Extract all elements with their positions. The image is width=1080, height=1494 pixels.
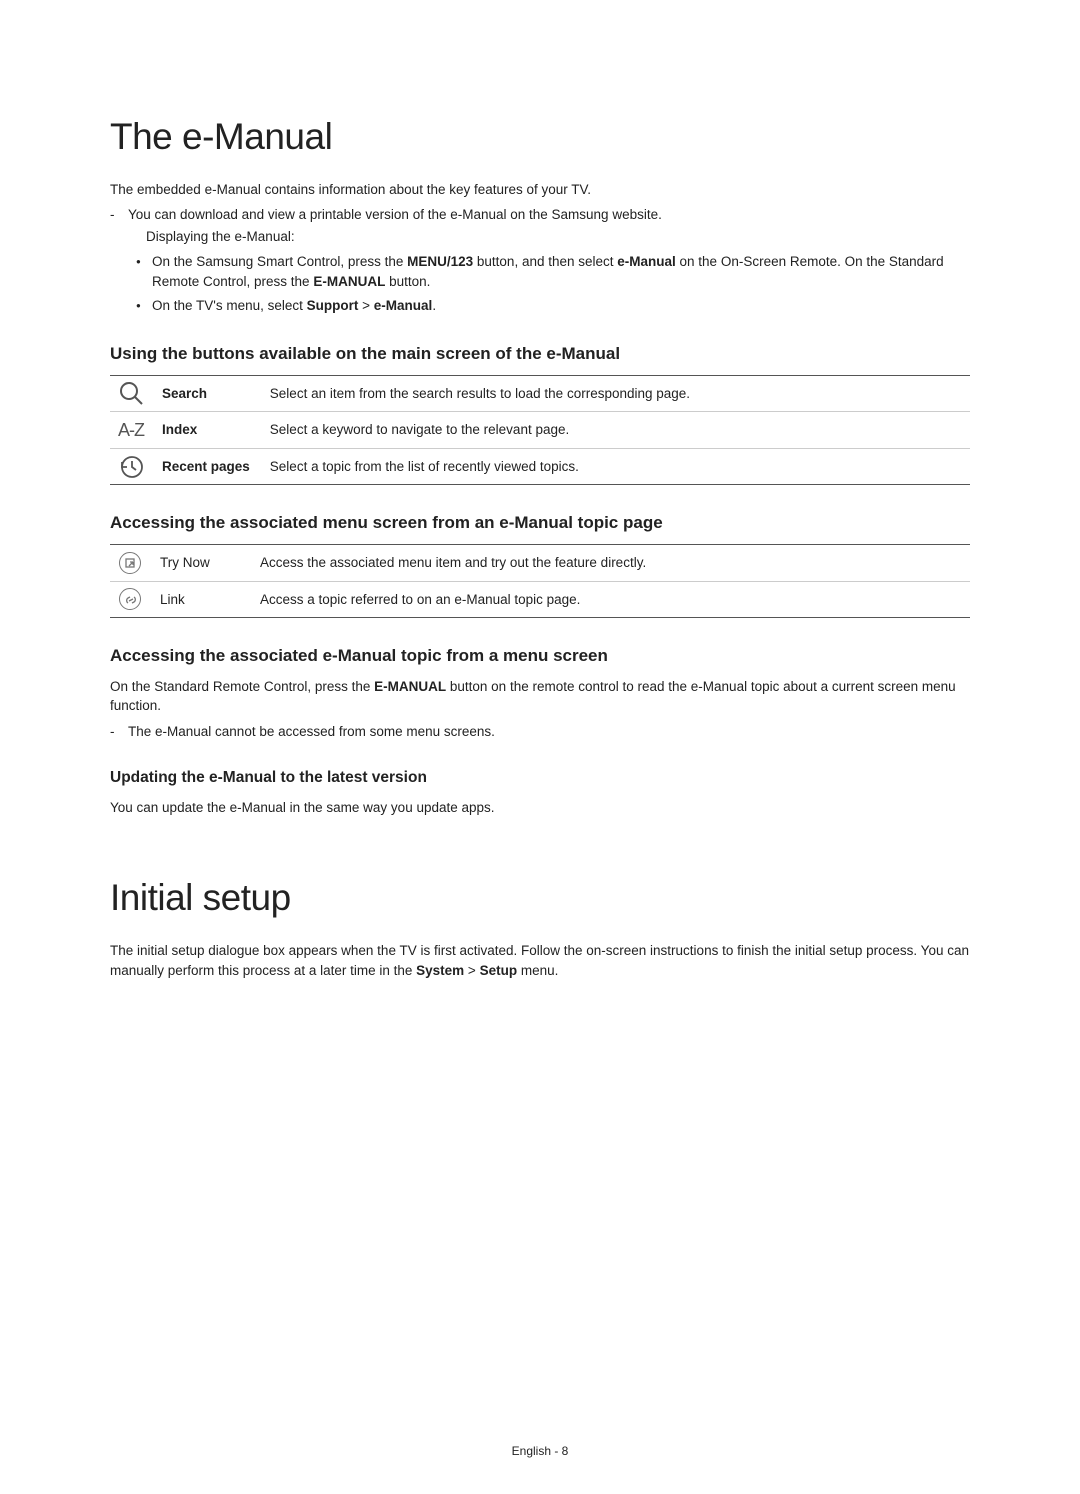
search-icon [118,380,144,406]
system-label: System [416,963,464,978]
row-link: Link Access a topic referred to on an e-… [110,581,970,618]
initial-setup-heading: Initial setup [110,871,970,925]
buttons-section-heading: Using the buttons available on the main … [110,342,970,367]
cell-search-desc: Select an item from the search results t… [260,375,970,412]
cell-recent-desc: Select a topic from the list of recently… [260,448,970,485]
emanual-intro: The embedded e-Manual contains informati… [110,180,970,200]
cell-search-icon [110,375,152,412]
topic-page-heading: Accessing the associated menu screen fro… [110,511,970,536]
support-label: Support [307,298,359,313]
cell-trynow-icon [110,544,150,581]
update-para: You can update the e-Manual in the same … [110,798,970,818]
initial-setup-para: The initial setup dialogue box appears w… [110,941,970,980]
cell-recent-label: Recent pages [152,448,260,485]
cell-index-label: Index [152,412,260,449]
cell-index-desc: Select a keyword to navigate to the rele… [260,412,970,449]
page-footer: English - 8 [0,1443,1080,1460]
emanual-btn-label: E-MANUAL [374,679,446,694]
cell-link-desc: Access a topic referred to on an e-Manua… [250,581,970,618]
cell-link-icon [110,581,150,618]
main-buttons-table: Search Select an item from the search re… [110,375,970,486]
cell-link-label: Link [150,581,250,618]
recent-pages-icon [118,454,144,480]
cell-recent-icon [110,448,152,485]
bullet-smart-control: On the Samsung Smart Control, press the … [136,252,970,291]
download-note-text: You can download and view a printable ve… [128,207,662,222]
update-heading: Updating the e-Manual to the latest vers… [110,767,970,789]
emanual-heading: The e-Manual [110,110,970,164]
cell-trynow-label: Try Now [150,544,250,581]
menu-screen-para: On the Standard Remote Control, press th… [110,677,970,716]
row-search: Search Select an item from the search re… [110,375,970,412]
cell-trynow-desc: Access the associated menu item and try … [250,544,970,581]
setup-label: Setup [480,963,518,978]
menu123-label: MENU/123 [407,254,473,269]
bullet-tv-menu: On the TV's menu, select Support > e-Man… [136,296,970,316]
try-now-icon [119,552,141,574]
emanual-button-label: E-MANUAL [313,274,385,289]
menu-screen-note-1: The e-Manual cannot be accessed from som… [110,722,970,742]
topic-buttons-table: Try Now Access the associated menu item … [110,544,970,618]
download-note-list: You can download and view a printable ve… [110,205,970,246]
menu-screen-heading: Accessing the associated e-Manual topic … [110,644,970,669]
displaying-sub: Displaying the e-Manual: [128,227,970,247]
emanual-menu-label: e-Manual [374,298,433,313]
row-index: A-Z Index Select a keyword to navigate t… [110,412,970,449]
emanual-label: e-Manual [617,254,676,269]
cell-search-label: Search [152,375,260,412]
row-recent: Recent pages Select a topic from the lis… [110,448,970,485]
row-trynow: Try Now Access the associated menu item … [110,544,970,581]
menu-screen-notes: The e-Manual cannot be accessed from som… [110,722,970,742]
displaying-bullets: On the Samsung Smart Control, press the … [136,252,970,316]
link-icon [119,588,141,610]
cell-index-icon: A-Z [110,412,152,449]
index-icon: A-Z [118,420,144,440]
download-note-item: You can download and view a printable ve… [110,205,970,246]
